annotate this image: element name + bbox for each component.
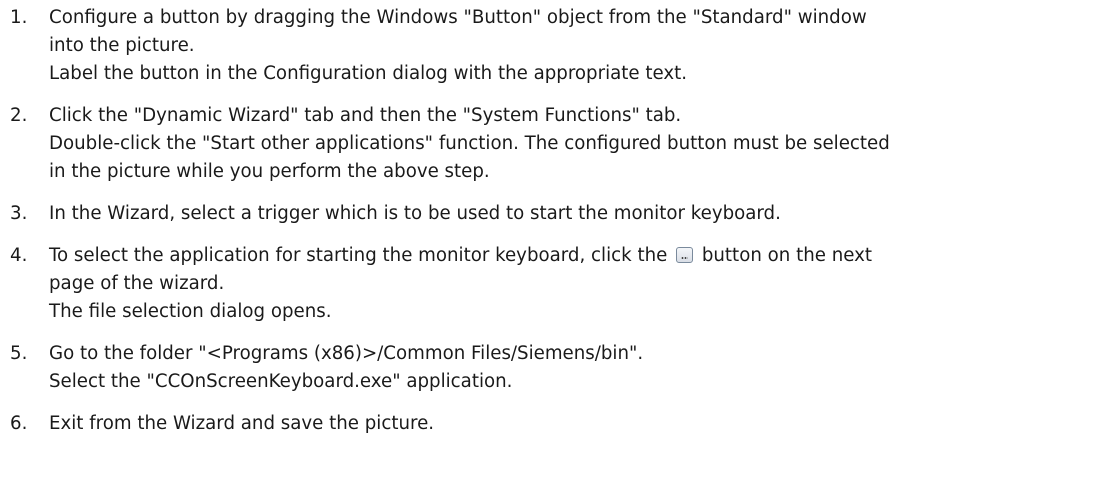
step-text-line: page of the wizard. [49, 273, 225, 294]
step-text-line: The file selection dialog opens. [49, 301, 332, 322]
step-3: 3. In the Wizard, select a trigger which… [0, 200, 1120, 228]
step-text-line-with-icon: To select the application for starting t… [49, 242, 1120, 270]
step-text-fragment: To select the application for starting t… [49, 245, 674, 266]
step-text-line: in the picture while you perform the abo… [49, 161, 490, 182]
step-text-line: Double-click the "Start other applicatio… [49, 133, 890, 154]
step-number: 2. [10, 105, 28, 126]
step-number: 6. [10, 413, 28, 434]
step-text-line: Exit from the Wizard and save the pictur… [49, 413, 435, 434]
step-number: 3. [10, 203, 28, 224]
step-text-line: Configure a button by dragging the Windo… [49, 7, 867, 28]
step-text-line: Select the "CCOnScreenKeyboard.exe" appl… [49, 371, 513, 392]
document-page: 1. Configure a button by dragging the Wi… [0, 0, 1120, 501]
step-text-line: Label the button in the Configuration di… [49, 63, 688, 84]
step-text-line: into the picture. [49, 35, 195, 56]
step-text-line: Click the "Dynamic Wizard" tab and then … [49, 105, 682, 126]
step-text-line: In the Wizard, select a trigger which is… [49, 203, 781, 224]
browse-ellipsis-button-icon [676, 247, 694, 263]
step-6: 6. Exit from the Wizard and save the pic… [0, 410, 1120, 438]
step-text-fragment: button on the next [696, 245, 872, 266]
instruction-steps-list: 1. Configure a button by dragging the Wi… [0, 4, 1120, 452]
step-number: 5. [10, 343, 28, 364]
step-text-line: Go to the folder "<Programs (x86)>/Commo… [49, 343, 644, 364]
step-2: 2. Click the "Dynamic Wizard" tab and th… [0, 102, 1120, 186]
step-1: 1. Configure a button by dragging the Wi… [0, 4, 1120, 88]
step-number: 1. [10, 7, 28, 28]
step-4: 4. To select the application for startin… [0, 242, 1120, 326]
step-5: 5. Go to the folder "<Programs (x86)>/Co… [0, 340, 1120, 396]
step-number: 4. [10, 245, 28, 266]
